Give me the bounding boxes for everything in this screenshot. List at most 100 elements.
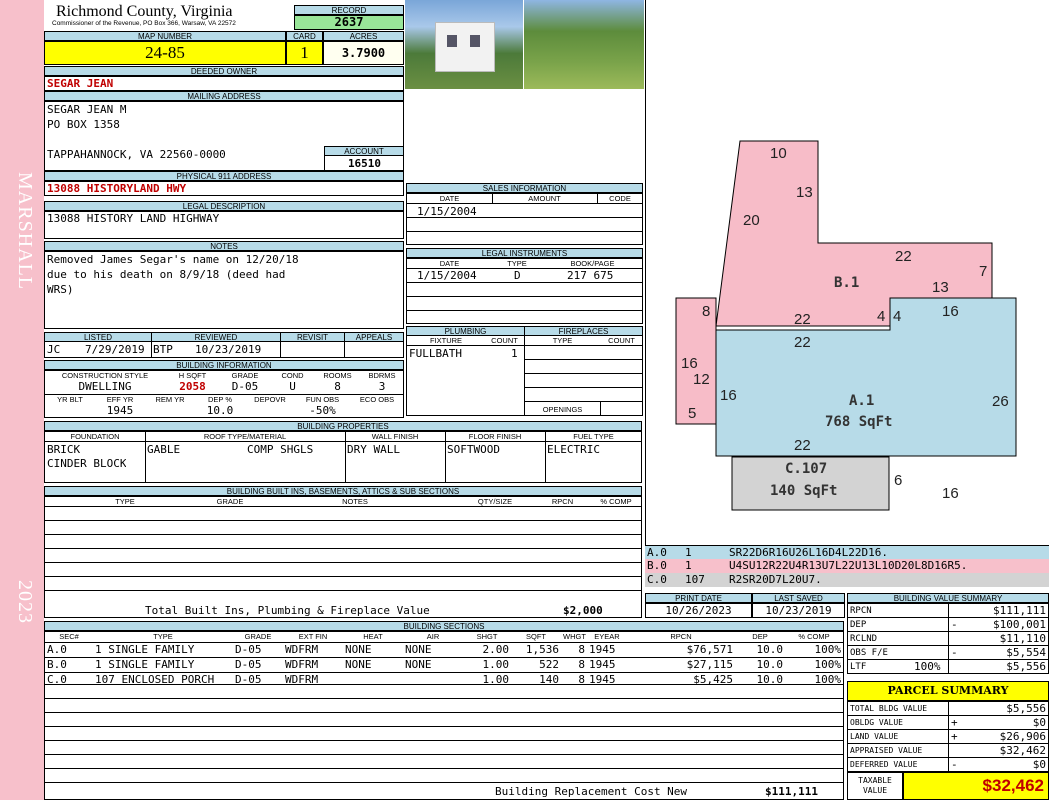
value-row: RPCN $111,111 (848, 604, 1048, 618)
bi-effyr: 1945 (106, 404, 134, 417)
bi2-col-grade: GRADE (216, 497, 244, 506)
instr-col-bookpage: BOOK/PAGE (570, 259, 615, 268)
bi2-col-rpcn: RPCN (551, 497, 574, 506)
mailing-address-box: SEGAR JEAN M PO BOX 1358 TAPPAHANNOCK, V… (44, 101, 404, 171)
dim-label: 22 (895, 248, 912, 265)
map-number-header: MAP NUMBER (44, 31, 286, 41)
value-row-key: OBS F/E (850, 648, 888, 658)
value-row-value: $111,111 (993, 604, 1046, 617)
sec-cell: 1 SINGLE FAMILY (95, 643, 195, 656)
sec-col-comp: % COMP (798, 632, 830, 641)
physical-address-header: PHYSICAL 911 ADDRESS (44, 171, 404, 181)
parcel-row-sign: + (951, 730, 958, 743)
legal-instruments-box: DATE TYPE BOOK/PAGE 1/15/2004 D 217 675 (406, 258, 643, 324)
building-properties-header: BUILDING PROPERTIES (44, 421, 642, 431)
parcel-row-value: $0 (1032, 758, 1046, 771)
physical-address-box: 13088 HISTORYLAND HWY (44, 181, 404, 196)
sketch-label-a1: A.1 (849, 393, 874, 409)
bi-cond: U (289, 380, 296, 393)
appeals-header: APPEALS (344, 332, 404, 342)
sec-col-dep: DEP (752, 632, 768, 641)
sec-cell: $27,115 (686, 658, 733, 671)
prop-col-fuel: FUEL TYPE (573, 432, 614, 441)
sales-col-amount: AMOUNT (528, 194, 561, 203)
building-info-header: BUILDING INFORMATION (44, 360, 404, 370)
sketch-code-row: C.0 107 R2SR20D7L20U7. (645, 573, 1049, 587)
house-photo (405, 0, 523, 89)
bi2-col-qty: QTY/SIZE (477, 497, 513, 506)
instr-date: 1/15/2004 (417, 269, 477, 282)
reviewed-header: REVIEWED (151, 332, 281, 342)
bi-bdrms: 3 (378, 380, 386, 393)
prop-col-roof: ROOF TYPE/MATERIAL (203, 432, 287, 441)
builtins-total-label: Total Built Ins, Plumbing & Fireplace Va… (145, 604, 430, 617)
plumbing-fireplace-box: PLUMBING FIREPLACES FIXTURE COUNT TYPE C… (406, 326, 643, 416)
building-info-box: CONSTRUCTION STYLE H SQFT GRADE COND ROO… (44, 370, 404, 418)
bi-dep: 10.0 (206, 404, 234, 417)
dim-label: 16 (681, 355, 698, 372)
parcel-row-key: DEFERRED VALUE (850, 760, 918, 769)
sec-cell: B.0 (47, 658, 67, 671)
physical-address: 13088 HISTORYLAND HWY (47, 182, 187, 195)
map-number: 24-85 (44, 41, 286, 65)
value-row-key: LTF (850, 662, 867, 672)
parcel-row-sign: + (951, 716, 958, 729)
notes-line3: WRS) (47, 283, 74, 296)
dim-label: 22 (794, 334, 811, 351)
sections-header: BUILDING SECTIONS (44, 621, 844, 631)
sketch-code-text: SR22D6R16U26L16D4L22D16. (729, 546, 888, 559)
mailing-line2: PO BOX 1358 (47, 118, 120, 131)
plumbing-fixture: FULLBATH (409, 347, 462, 360)
dim-label: 10 (770, 145, 787, 162)
value-row-value: $5,554 (1006, 646, 1046, 659)
taxable-label-line1: TAXABLE (858, 776, 892, 785)
bi-col-effyr: EFF YR (106, 395, 134, 404)
value-row-key: DEP (850, 620, 867, 630)
sketch-code-sec: B.0 (647, 559, 667, 572)
dim-label: 13 (796, 184, 813, 201)
legal-description-header: LEGAL DESCRIPTION (44, 201, 404, 211)
acres-value: 3.7900 (323, 41, 404, 65)
sales-header: SALES INFORMATION (406, 183, 643, 193)
sketch-code-text: U4SU12R22U4R13U7L22U13L10D20L8D16R5. (729, 559, 968, 572)
bi-hsqft: 2058 (179, 380, 206, 393)
value-row: RCLND $11,110 (848, 632, 1048, 646)
sections-header-row: SEC# TYPE GRADE EXT FIN HEAT AIR SHGT SQ… (45, 632, 843, 643)
listed-header: LISTED (44, 332, 152, 342)
instr-type: D (514, 269, 521, 282)
sketch-code-row: A.0 1 SR22D6R16U26L16D4L22D16. (645, 545, 1049, 559)
owner-name: SEGAR JEAN (47, 77, 114, 90)
value-row-value: $5,556 (1006, 660, 1046, 673)
dim-label: 6 (894, 472, 902, 489)
sketch-code-n: 1 (685, 546, 692, 559)
last-saved: 10/23/2019 (752, 603, 845, 618)
replacement-cost: $111,111 (765, 785, 818, 798)
bi-funobs: -50% (309, 404, 336, 417)
sketch-label-c107: C.107 (785, 461, 827, 477)
bi2-col-notes: NOTES (342, 497, 368, 506)
prop-roof-material: COMP SHGLS (247, 443, 314, 456)
listed-by: JC (47, 343, 61, 356)
plumbing-col-count: COUNT (491, 336, 518, 345)
bi-col-funobs: FUN OBS (305, 395, 340, 404)
sketch-label-b1: B.1 (834, 275, 859, 291)
sketch-code-sec: A.0 (647, 546, 667, 559)
dim-label: 4 (893, 308, 901, 325)
prop-col-foundation: FOUNDATION (70, 432, 120, 441)
sec-col-sqft: SQFT (526, 632, 546, 641)
sec-cell: 10.0 (756, 658, 784, 671)
sec-cell: D-05 (235, 643, 262, 656)
sec-cell: WDFRM (285, 643, 319, 656)
sec-col-heat: HEAT (363, 632, 383, 641)
value-row-sign: - (951, 646, 958, 659)
record-header: RECORD (294, 5, 404, 15)
notes-header: NOTES (44, 241, 404, 251)
notes-line2: due to his death on 8/9/18 (deed had (47, 268, 286, 281)
prop-wall: DRY WALL (347, 443, 400, 456)
dim-label: 8 (702, 303, 710, 320)
fireplace-col-count: COUNT (608, 336, 635, 345)
dim-label: 4 (877, 308, 885, 325)
value-row: OBS F/E - $5,554 (848, 646, 1048, 660)
prop-foundation2: CINDER BLOCK (47, 457, 127, 470)
bi-col-yrblt: YR BLT (57, 395, 83, 404)
